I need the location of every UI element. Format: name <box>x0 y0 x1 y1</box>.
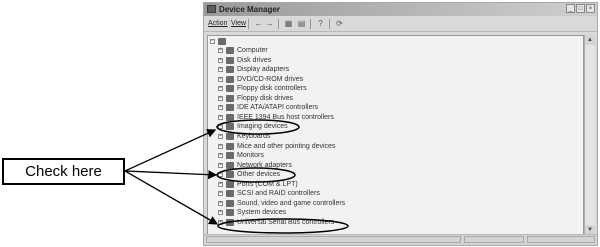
highlight-ellipse <box>217 218 349 234</box>
arrow-to-imaging <box>124 129 217 172</box>
arrow-to-usb <box>124 170 219 225</box>
highlight-ellipse <box>216 167 296 183</box>
annotation-overlay <box>124 119 349 234</box>
highlight-ellipse <box>216 119 300 135</box>
arrow-to-other <box>124 170 218 180</box>
